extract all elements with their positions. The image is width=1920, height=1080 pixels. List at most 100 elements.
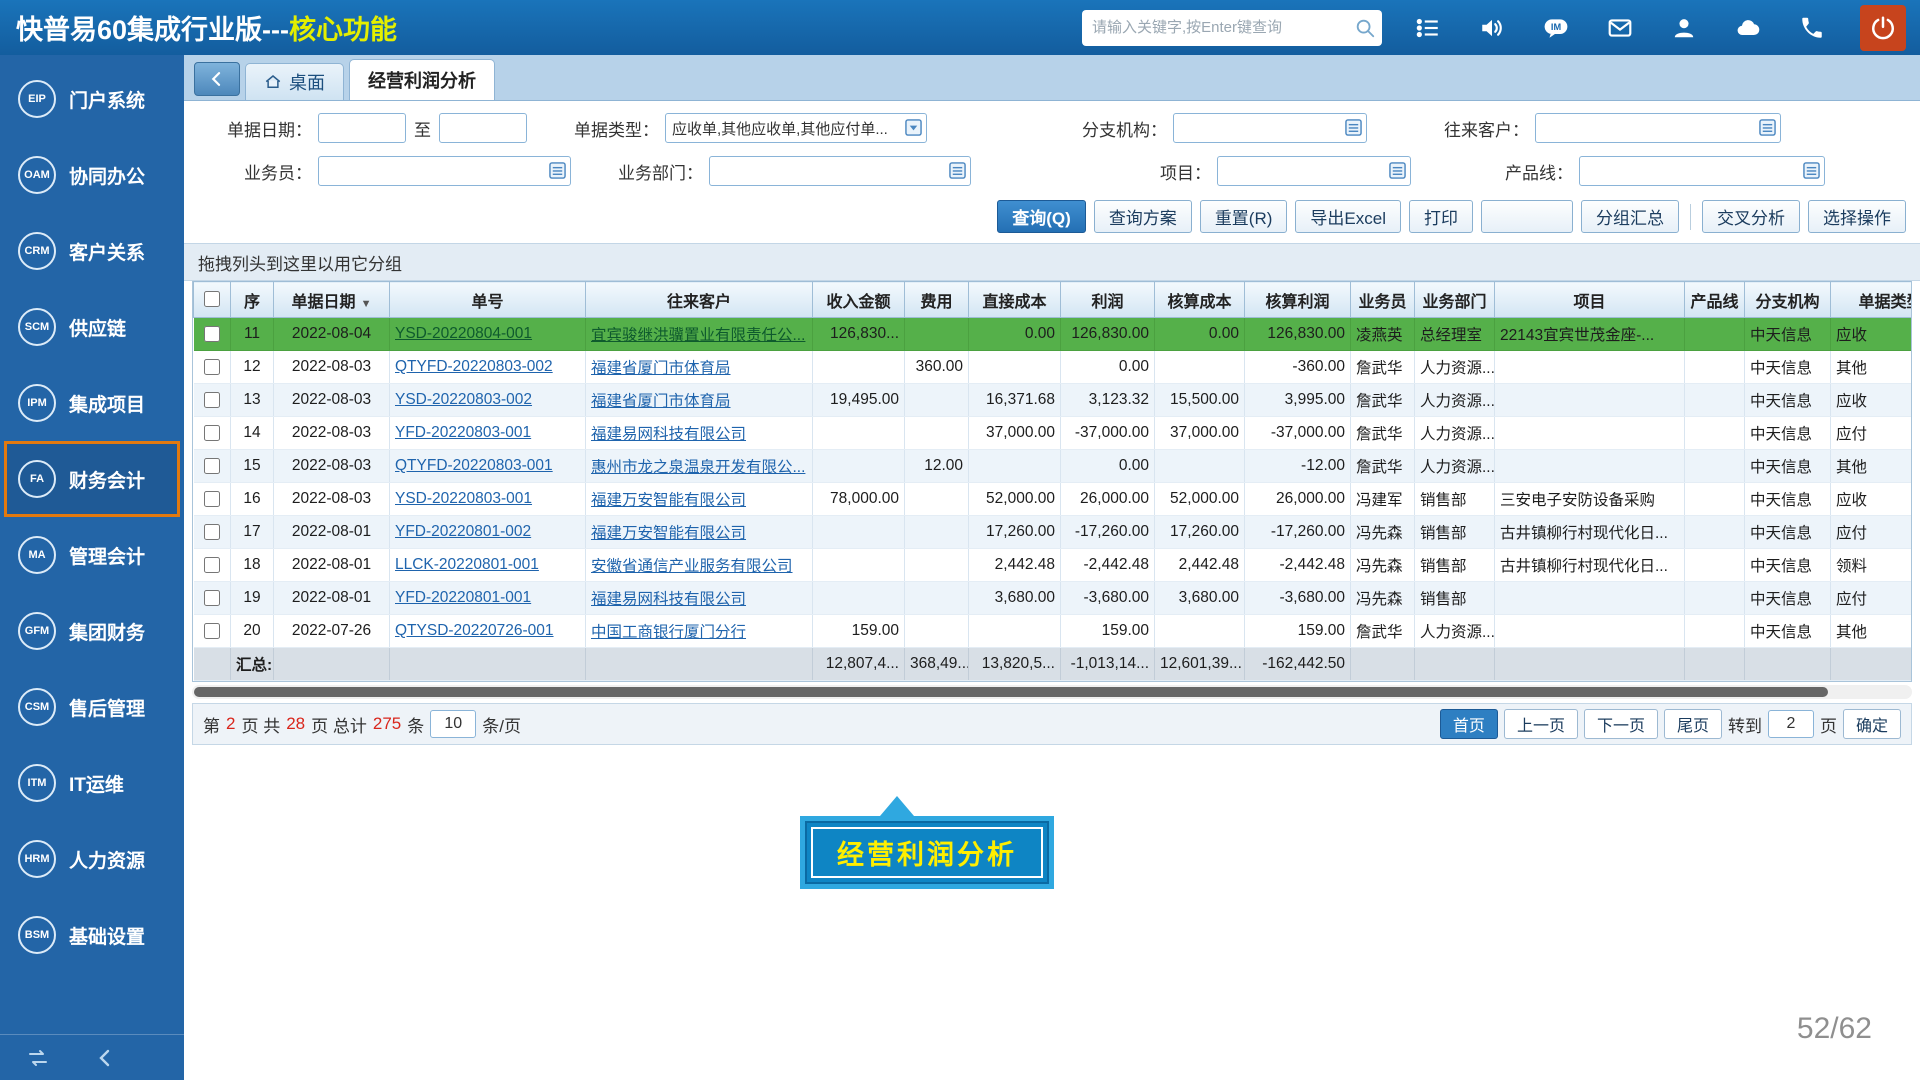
goto-page-input[interactable]: [1768, 710, 1814, 738]
sidebar-item-eip[interactable]: EIP门户系统: [0, 61, 184, 137]
sidebar-item-itm[interactable]: ITMIT运维: [0, 745, 184, 821]
col-header-acct-cost[interactable]: 核算成本: [1155, 282, 1245, 318]
row-checkbox[interactable]: [204, 623, 220, 639]
col-header-seq[interactable]: 序: [231, 282, 274, 318]
doc-no-link[interactable]: YSD-20220804-001: [395, 325, 532, 342]
user-icon[interactable]: [1666, 10, 1702, 46]
table-row[interactable]: 192022-08-01YFD-20220801-001福建易网科技有限公司3,…: [194, 582, 1913, 615]
cloud-icon[interactable]: [1730, 10, 1766, 46]
product-line-input[interactable]: [1579, 156, 1825, 186]
doc-no-link[interactable]: YSD-20220803-002: [395, 391, 532, 408]
doc-no-link[interactable]: LLCK-20220801-001: [395, 556, 539, 573]
customer-input[interactable]: [1535, 113, 1781, 143]
tab-profit-analysis[interactable]: 经营利润分析: [349, 59, 495, 100]
col-header-profit[interactable]: 利润: [1061, 282, 1155, 318]
col-header-select[interactable]: [194, 282, 231, 318]
sidebar-item-hrm[interactable]: HRM人力资源: [0, 821, 184, 897]
sidebar-item-gfm[interactable]: GFM集团财务: [0, 593, 184, 669]
doc-no-link[interactable]: YFD-20220801-001: [395, 589, 531, 606]
col-header-acct-profit[interactable]: 核算利润: [1245, 282, 1351, 318]
print-button[interactable]: 打印: [1409, 200, 1473, 233]
col-header-direct-cost[interactable]: 直接成本: [969, 282, 1061, 318]
sidebar-item-ipm[interactable]: IPM集成项目: [0, 365, 184, 441]
customer-link[interactable]: 安徽省通信产业服务有限公司: [591, 558, 793, 575]
switch-icon[interactable]: [26, 1046, 50, 1070]
row-checkbox[interactable]: [204, 359, 220, 375]
doc-no-link[interactable]: QTYSD-20220726-001: [395, 622, 554, 639]
doc-no-link[interactable]: YFD-20220803-001: [395, 424, 531, 441]
doc-no-link[interactable]: YSD-20220803-001: [395, 490, 532, 507]
customer-link[interactable]: 中国工商银行厦门分行: [591, 624, 746, 641]
customer-link[interactable]: 惠州市龙之泉温泉开发有限公...: [591, 459, 805, 476]
lookup-icon[interactable]: [1389, 162, 1406, 179]
lookup-icon[interactable]: [1759, 119, 1776, 136]
next-page-button[interactable]: 下一页: [1584, 709, 1658, 739]
export-excel-button[interactable]: 导出Excel: [1295, 200, 1401, 233]
lookup-icon[interactable]: [549, 162, 566, 179]
customer-link[interactable]: 福建易网科技有限公司: [591, 426, 746, 443]
sidebar-item-oam[interactable]: OAM协同办公: [0, 137, 184, 213]
customer-link[interactable]: 福建万安智能有限公司: [591, 492, 746, 509]
col-header-income[interactable]: 收入金额: [813, 282, 905, 318]
phone-icon[interactable]: [1794, 10, 1830, 46]
reset-button[interactable]: 重置(R): [1200, 200, 1288, 233]
row-checkbox[interactable]: [204, 458, 220, 474]
customer-link[interactable]: 福建万安智能有限公司: [591, 525, 746, 542]
cross-analysis-button[interactable]: 交叉分析: [1702, 200, 1800, 233]
row-checkbox[interactable]: [204, 392, 220, 408]
sort-desc-icon[interactable]: ▼: [361, 298, 372, 310]
lookup-icon[interactable]: [949, 162, 966, 179]
table-row[interactable]: 162022-08-03YSD-20220803-001福建万安智能有限公司78…: [194, 483, 1913, 516]
customer-link[interactable]: 宜宾骏继洪骥置业有限责任公...: [591, 327, 805, 344]
select-operation-button[interactable]: 选择操作: [1808, 200, 1906, 233]
col-header-fee[interactable]: 费用: [905, 282, 969, 318]
row-checkbox[interactable]: [204, 491, 220, 507]
sidebar-item-fa[interactable]: FA财务会计: [4, 441, 180, 517]
doc-no-link[interactable]: QTYFD-20220803-001: [395, 457, 553, 474]
collapse-sidebar-icon[interactable]: [94, 1046, 118, 1070]
tab-desktop[interactable]: 桌面: [245, 63, 344, 100]
col-header-doc-type[interactable]: 单据类型: [1831, 282, 1913, 318]
doc-type-input[interactable]: [665, 113, 927, 143]
dropdown-icon[interactable]: [905, 119, 922, 136]
group-by-hint[interactable]: 拖拽列头到这里以用它分组: [184, 243, 1920, 281]
table-row[interactable]: 182022-08-01LLCK-20220801-001安徽省通信产业服务有限…: [194, 549, 1913, 582]
blank-button[interactable]: [1481, 200, 1573, 233]
doc-no-link[interactable]: YFD-20220801-002: [395, 523, 531, 540]
lookup-icon[interactable]: [1803, 162, 1820, 179]
project-input[interactable]: [1217, 156, 1411, 186]
doc-date-from-input[interactable]: [318, 113, 406, 143]
search-icon[interactable]: [1354, 17, 1376, 39]
col-header-doc-no[interactable]: 单号: [390, 282, 586, 318]
table-row[interactable]: 112022-08-04YSD-20220804-001宜宾骏继洪骥置业有限责任…: [194, 318, 1913, 351]
scrollbar-thumb[interactable]: [194, 687, 1828, 697]
sidebar-item-crm[interactable]: CRM客户关系: [0, 213, 184, 289]
table-row[interactable]: 202022-07-26QTYSD-20220726-001中国工商银行厦门分行…: [194, 615, 1913, 648]
col-header-project[interactable]: 项目: [1495, 282, 1685, 318]
speaker-icon[interactable]: [1474, 10, 1510, 46]
horizontal-scrollbar[interactable]: [192, 685, 1912, 699]
col-header-doc-date[interactable]: 单据日期▼: [274, 282, 390, 318]
power-icon[interactable]: [1860, 5, 1906, 51]
doc-date-to-input[interactable]: [439, 113, 527, 143]
sidebar-item-bsm[interactable]: BSM基础设置: [0, 897, 184, 973]
table-row[interactable]: 152022-08-03QTYFD-20220803-001惠州市龙之泉温泉开发…: [194, 450, 1913, 483]
row-checkbox[interactable]: [204, 590, 220, 606]
table-row[interactable]: 122022-08-03QTYFD-20220803-002福建省厦门市体育局3…: [194, 351, 1913, 384]
table-row[interactable]: 132022-08-03YSD-20220803-002福建省厦门市体育局19,…: [194, 384, 1913, 417]
customer-link[interactable]: 福建省厦门市体育局: [591, 393, 731, 410]
row-checkbox[interactable]: [204, 524, 220, 540]
sales-dept-input[interactable]: [709, 156, 971, 186]
search-input[interactable]: [1092, 19, 1354, 36]
branch-input[interactable]: [1173, 113, 1367, 143]
confirm-button[interactable]: 确定: [1843, 709, 1901, 739]
page-size-input[interactable]: [430, 710, 476, 738]
col-header-salesman[interactable]: 业务员: [1351, 282, 1415, 318]
col-header-customer[interactable]: 往来客户: [586, 282, 813, 318]
table-row[interactable]: 142022-08-03YFD-20220803-001福建易网科技有限公司37…: [194, 417, 1913, 450]
sidebar-item-ma[interactable]: MA管理会计: [0, 517, 184, 593]
mail-icon[interactable]: [1602, 10, 1638, 46]
table-row[interactable]: 172022-08-01YFD-20220801-002福建万安智能有限公司17…: [194, 516, 1913, 549]
menu-list-icon[interactable]: [1410, 10, 1446, 46]
row-checkbox[interactable]: [204, 425, 220, 441]
